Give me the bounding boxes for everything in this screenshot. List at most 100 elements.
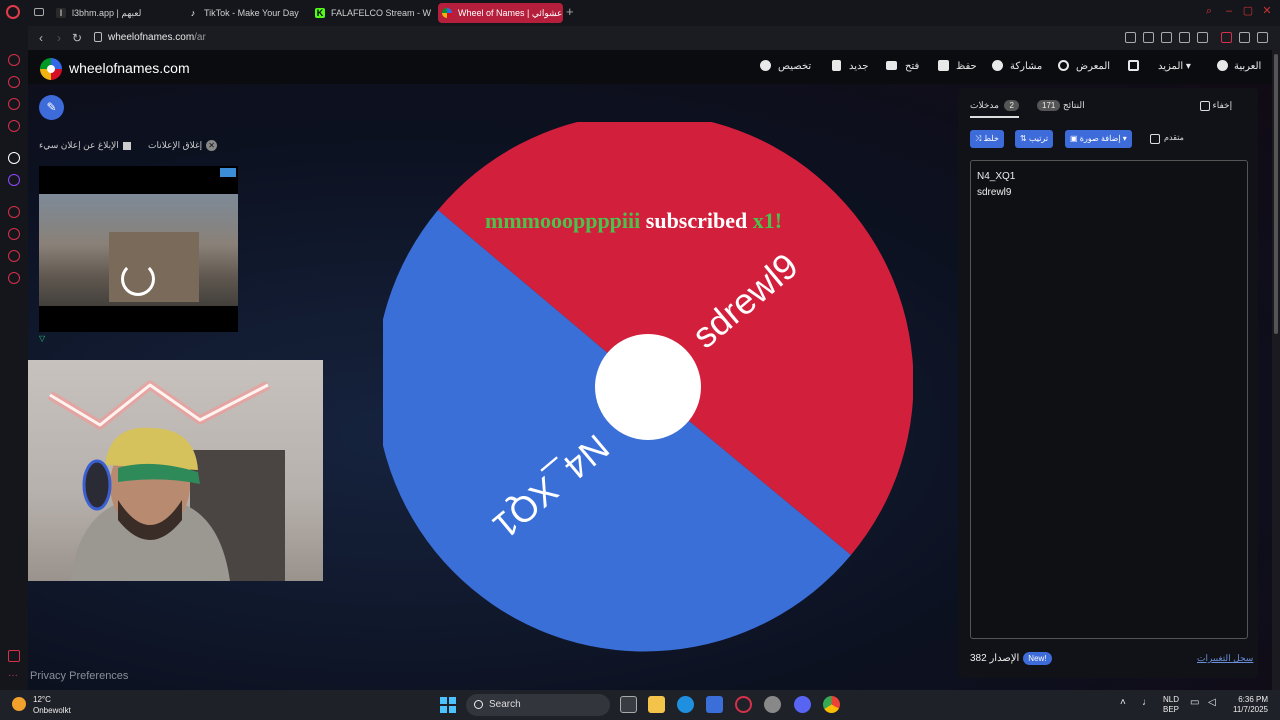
entries-textarea[interactable]: N4_XQ1 sdrewl9 [970, 160, 1248, 639]
opera-sidebar: ··· [0, 26, 28, 690]
opera-gx-icon[interactable] [735, 696, 752, 713]
taskbar-search[interactable]: Search [466, 694, 610, 716]
wheel-svg[interactable]: sdrewl9 N4_XQ1 [375, 113, 933, 652]
new-tab-button[interactable]: + [566, 4, 574, 19]
tab-tiktok[interactable]: ♪ TikTok - Make Your Day [184, 3, 306, 23]
shuffle-label: خلط [983, 134, 999, 143]
menu-new[interactable]: جديد [849, 61, 868, 72]
tab-label: TikTok - Make Your Day [204, 8, 299, 18]
url-field[interactable]: wheelofnames.com/ar [108, 32, 206, 43]
add-image-button[interactable]: ▣ إضافة صورة ▾ [1065, 130, 1132, 148]
minimize-icon[interactable]: – [1223, 5, 1235, 17]
shuffle-icon: ⤨ [975, 134, 984, 143]
settings-gear-icon[interactable] [8, 272, 20, 284]
site-logo-icon[interactable] [40, 58, 62, 80]
site-brand[interactable]: wheelofnames.com [69, 60, 190, 76]
edit-pencil-button[interactable]: ✎ [39, 95, 64, 120]
profile-icon[interactable] [1221, 32, 1232, 43]
changelog-link[interactable]: سجل التغييرات [1197, 653, 1253, 664]
microphone-icon[interactable]: ♩ [1142, 698, 1152, 708]
entry-line[interactable]: sdrewl9 [977, 185, 1241, 201]
shield-icon[interactable] [1161, 32, 1172, 43]
snapshot-icon[interactable] [1143, 32, 1154, 43]
weather-desc: Onbewolkt [33, 706, 71, 715]
aria-icon[interactable] [8, 54, 20, 66]
start-button[interactable] [440, 697, 456, 713]
store-icon[interactable] [706, 696, 723, 713]
close-ads-button[interactable]: إغلاق الإعلانات ✕ [148, 140, 218, 152]
fullscreen-icon[interactable] [1128, 60, 1139, 71]
clock[interactable]: 6:36 PM 11/7/2025 [1228, 695, 1268, 715]
replay-icon[interactable] [121, 262, 155, 296]
gx-control-icon[interactable] [8, 650, 20, 662]
download-icon[interactable] [1239, 32, 1250, 43]
chrome-icon[interactable] [823, 696, 840, 713]
task-view-icon[interactable] [620, 696, 637, 713]
forward-icon[interactable]: › [52, 31, 66, 45]
tab-label: l3bhm.app | لعبهم [72, 8, 142, 18]
alert-user: mmmoooppppiii [485, 208, 641, 233]
sort-button[interactable]: ⇅ ترتيب [1015, 130, 1054, 148]
menu-customize[interactable]: تخصيص [778, 61, 811, 72]
history-icon[interactable] [8, 228, 20, 240]
weather-icon[interactable] [12, 697, 26, 711]
menu-gallery[interactable]: المعرض [1076, 61, 1110, 72]
network-icon[interactable]: ▭ [1190, 698, 1199, 708]
heart-icon[interactable] [1197, 32, 1208, 43]
opera-logo-icon[interactable] [6, 5, 20, 19]
back-icon[interactable]: ‹ [34, 31, 48, 45]
search-tabs-icon[interactable]: ⌕ [1203, 5, 1215, 17]
page-scrollbar[interactable] [1272, 50, 1280, 690]
scrollbar-thumb[interactable] [1274, 54, 1278, 334]
obs-icon[interactable] [764, 696, 781, 713]
hide-toggle[interactable]: إخفاء [1200, 100, 1232, 111]
player-icon[interactable] [1179, 32, 1190, 43]
tray-chevron-icon[interactable]: ˄ [1120, 698, 1126, 708]
tab-entries[interactable]: مدخلات 2 [970, 100, 1019, 118]
tab-falafelco[interactable]: K FALAFELCO Stream - Wa [311, 3, 431, 23]
wheel[interactable]: sdrewl9 N4_XQ1 [375, 113, 933, 652]
kick-sidebar-icon[interactable] [8, 152, 20, 164]
adchoices-icon[interactable]: ▽ [39, 334, 45, 343]
menu-more[interactable]: المزيد ▾ [1158, 61, 1191, 72]
weather-widget[interactable]: 12°C Onbewolkt [33, 694, 71, 716]
file-explorer-icon[interactable] [648, 696, 665, 713]
tab-results[interactable]: 171 النتائج [1034, 100, 1085, 111]
discord-icon[interactable] [794, 696, 811, 713]
report-ad-link[interactable]: الإبلاغ عن إعلان سيء [39, 140, 131, 151]
menu-icon[interactable] [1257, 32, 1268, 43]
menu-save[interactable]: حفظ [956, 61, 977, 72]
volume-icon[interactable]: ◁ [1208, 698, 1216, 708]
instagram-icon[interactable] [8, 98, 20, 110]
messenger-icon[interactable] [8, 76, 20, 88]
entry-line[interactable]: N4_XQ1 [977, 169, 1241, 185]
bookmark-icon[interactable] [1125, 32, 1136, 43]
close-icon: ✕ [206, 140, 218, 152]
extensions-icon[interactable] [8, 250, 20, 262]
maximize-icon[interactable]: ▢ [1242, 5, 1254, 17]
shuffle-button[interactable]: ⤨ خلط [970, 130, 1004, 148]
tab-wheel-of-names[interactable]: Wheel of Names | عشوائي [438, 3, 563, 23]
reload-icon[interactable]: ↻ [70, 31, 84, 45]
save-icon [938, 60, 949, 71]
tab-l3bhm[interactable]: l l3bhm.app | لعبهم [52, 3, 180, 23]
tab-islands-icon[interactable] [34, 8, 44, 16]
privacy-preferences-link[interactable]: Privacy Preferences [30, 670, 128, 682]
wheel-center-button[interactable] [595, 334, 701, 440]
gx-corner-icon[interactable] [8, 120, 20, 132]
close-window-icon[interactable]: ✕ [1261, 5, 1273, 17]
advertisement-video[interactable] [39, 166, 238, 332]
menu-share[interactable]: مشاركة [1010, 61, 1042, 72]
hide-checkbox[interactable] [1200, 100, 1210, 111]
webcam-image [47, 380, 285, 581]
twitch-icon[interactable] [8, 174, 20, 186]
player-sidebar-icon[interactable] [8, 206, 20, 218]
menu-language[interactable]: العربية [1234, 61, 1261, 72]
ad-info-icon[interactable] [220, 168, 236, 177]
menu-open[interactable]: فتح [905, 61, 919, 72]
sort-label: ترتيب [1028, 134, 1049, 143]
language-indicator[interactable]: NLD BEP [1163, 695, 1179, 715]
edge-icon[interactable] [677, 696, 694, 713]
advanced-checkbox[interactable] [1150, 134, 1160, 144]
more-dots-icon[interactable]: ··· [8, 671, 20, 684]
